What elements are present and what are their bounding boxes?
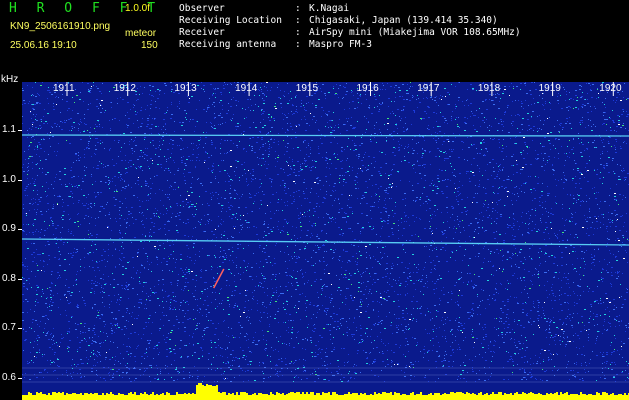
filename-label: KN9_2506161910.png xyxy=(10,21,111,32)
observer-row-value: Chigasaki, Japan (139.414 35.340) xyxy=(309,15,498,26)
y-tick-label: 1.1 xyxy=(2,124,16,135)
observer-row-separator: : xyxy=(295,15,301,26)
y-tick-label: 0.8 xyxy=(2,273,16,284)
datetime-label: 25.06.16 19:10 xyxy=(10,40,77,51)
y-tick-label: 0.7 xyxy=(2,322,16,333)
x-tick-label: 1920 xyxy=(599,83,622,94)
version-label: 1.0.0f xyxy=(125,3,151,14)
value-label: 150 xyxy=(141,40,158,51)
x-tick-label: 1918 xyxy=(478,83,501,94)
observer-row-label: Observer xyxy=(179,3,225,14)
y-unit-label: kHz xyxy=(1,74,19,85)
observer-row-label: Receiver xyxy=(179,27,225,38)
x-tick-label: 1917 xyxy=(417,83,440,94)
header-panel: H R O F F T 1.0.0f KN9_2506161910.png me… xyxy=(0,0,629,74)
observer-row-value: K.Nagai xyxy=(309,3,350,14)
observer-row-separator: : xyxy=(295,27,301,38)
x-tick-label: 1912 xyxy=(114,83,137,94)
observer-row-label: Receiving antenna xyxy=(179,39,277,50)
observer-row-value: AirSpy mini (Miakejima VOR 108.65MHz) xyxy=(309,27,521,38)
y-tick-label: 1.0 xyxy=(2,174,16,185)
x-tick-label: 1913 xyxy=(174,83,197,94)
x-tick-label: 1915 xyxy=(296,83,319,94)
spectrogram-canvas: 1911 1912 1913 1914 1915 1916 1917 1918 1919 1920 xyxy=(22,82,629,400)
observer-row-separator: : xyxy=(295,3,301,14)
x-tick-label: 1919 xyxy=(539,83,562,94)
y-tick-label: 0.6 xyxy=(2,372,16,383)
x-tick-label: 1914 xyxy=(235,83,258,94)
y-tick-label: 0.9 xyxy=(2,223,16,234)
observer-row-label: Receiving Location xyxy=(179,15,282,26)
x-tick-label: 1916 xyxy=(357,83,380,94)
observer-row-separator: : xyxy=(295,39,301,50)
spectrogram: 1911 1912 1913 1914 1915 1916 1917 1918 1919 1920 xyxy=(22,82,629,400)
observer-row-value: Maspro FM-3 xyxy=(309,39,372,50)
x-tick-label: 1911 xyxy=(53,83,75,94)
mode-label: meteor xyxy=(125,28,157,39)
